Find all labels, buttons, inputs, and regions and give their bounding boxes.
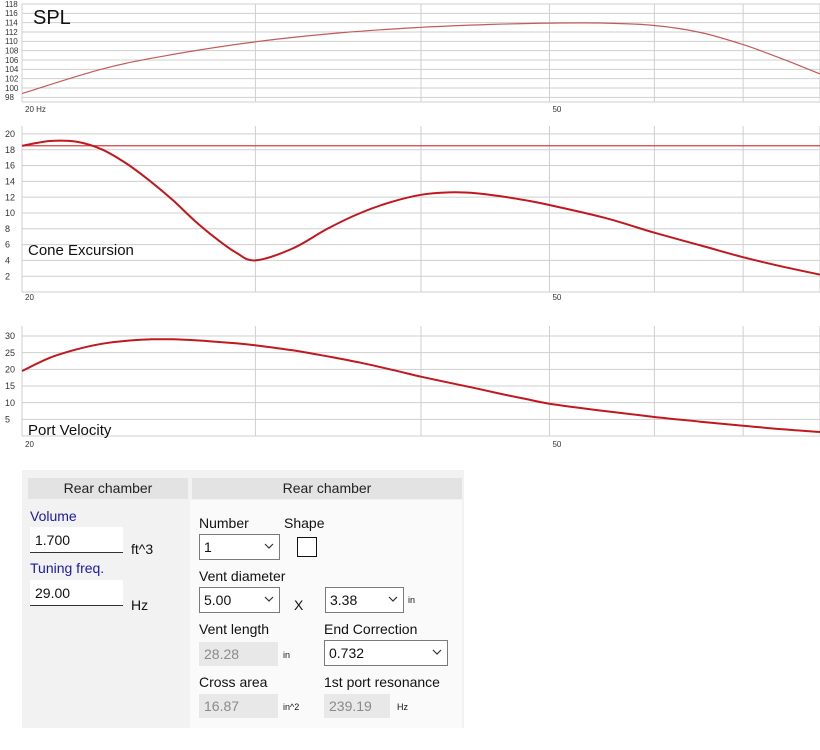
chart-title: SPL — [33, 7, 71, 29]
volume-unit: ft^3 — [131, 541, 154, 557]
x-tick-label: 20 — [25, 293, 34, 302]
x-tick-label: 20 Hz — [25, 105, 46, 114]
end-correction-label: End Correction — [324, 621, 418, 637]
spl-chart: 98 100 102 104 106 108 110 112 114 116 118 20 Hz 50 … — [0, 0, 820, 120]
y-tick-label: 112 — [5, 28, 18, 37]
shape-icon[interactable] — [297, 537, 317, 557]
shape-label: Shape — [284, 515, 325, 531]
vent-length-unit: in — [283, 650, 291, 660]
volume-input[interactable]: 1.700 — [30, 527, 123, 553]
cone-excursion-chart: 2 4 6 8 10 12 14 16 18 20 20 50 Cone Excursion — [0, 122, 820, 302]
rear-chamber-panel: Rear chamber Rear chamber Volume 1.700 f… — [22, 470, 464, 728]
vent-diameter-x-label: X — [294, 597, 304, 613]
vent-length-field: 28.28 — [199, 642, 278, 666]
tuning-freq-unit: Hz — [131, 597, 149, 613]
volume-label: Volume — [30, 508, 77, 524]
right-rear-chamber-header: Rear chamber — [192, 478, 462, 499]
y-tick-label: 30 — [5, 331, 15, 341]
y-tick-label: 110 — [5, 37, 18, 46]
tuning-freq-label: Tuning freq. — [30, 560, 105, 576]
number-value: 1 — [204, 539, 212, 555]
port-resonance-field: 239.19 — [324, 694, 390, 718]
x-tick-label: 50 — [552, 440, 561, 449]
y-tick-label: 14 — [5, 176, 15, 186]
vent-length-label: Vent length — [199, 621, 270, 637]
y-tick-label: 116 — [5, 9, 18, 18]
left-rear-chamber-header: Rear chamber — [28, 478, 188, 499]
vent-settings-area: Number Shape 1 Vent diameter 5.00 X 3.38… — [190, 500, 462, 728]
tuning-freq-input[interactable]: 29.00 — [30, 580, 123, 606]
end-correction-value: 0.732 — [329, 645, 365, 661]
y-tick-label: 8 — [5, 224, 10, 234]
y-tick-label: 118 — [5, 0, 18, 9]
y-tick-label: 10 — [5, 398, 15, 408]
spl-chart-svg: 98100102104106108110112114116118 20 Hz 50 — [5, 0, 820, 114]
y-tick-label: 20 — [5, 129, 15, 139]
chevron-down-icon — [388, 596, 398, 602]
cross-area-label: Cross area — [199, 674, 268, 690]
y-tick-label: 5 — [5, 414, 10, 424]
y-tick-label: 114 — [5, 18, 18, 27]
y-tick-label: 15 — [5, 381, 15, 391]
cross-area-field: 16.87 — [199, 694, 278, 718]
y-tick-label: 25 — [5, 348, 15, 358]
y-tick-label: 2 — [5, 271, 10, 281]
cone-excursion-chart-svg: 2 4 6 8 10 12 14 16 18 20 20 50 — [5, 126, 820, 302]
vent-diameter-2-value: 3.38 — [330, 592, 358, 608]
vent-diameter-value: 5.00 — [204, 592, 232, 608]
y-tick-label: 104 — [5, 65, 19, 74]
number-select[interactable]: 1 — [199, 534, 280, 560]
vent-diameter-unit: in — [408, 595, 416, 605]
y-tick-label: 102 — [5, 74, 19, 83]
y-tick-label: 20 — [5, 364, 15, 374]
port-velocity-chart: 5 10 15 20 25 30 20 50 Port Velocity — [0, 322, 820, 452]
vent-diameter-select[interactable]: 5.00 — [199, 587, 280, 613]
chevron-down-icon — [264, 543, 274, 549]
y-tick-label: 4 — [5, 256, 10, 266]
cross-area-unit: in^2 — [283, 702, 300, 712]
vent-diameter-2-select[interactable]: 3.38 — [325, 587, 404, 613]
y-tick-label: 98 — [5, 93, 14, 102]
x-tick-label: 20 — [25, 440, 34, 449]
y-tick-label: 12 — [5, 192, 15, 202]
y-tick-label: 100 — [5, 84, 19, 93]
chevron-down-icon — [432, 649, 442, 655]
y-tick-label: 10 — [5, 208, 15, 218]
end-correction-select[interactable]: 0.732 — [324, 640, 448, 666]
chevron-down-icon — [264, 596, 274, 602]
x-tick-label: 50 — [552, 293, 561, 302]
y-tick-label: 6 — [5, 240, 10, 250]
number-label: Number — [199, 515, 249, 531]
port-velocity-chart-svg: 5 10 15 20 25 30 20 50 — [5, 326, 820, 449]
port-resonance-unit: Hz — [397, 702, 408, 712]
chart-title: Port Velocity — [28, 422, 112, 439]
y-tick-label: 18 — [5, 145, 15, 155]
y-tick-label: 106 — [5, 56, 19, 65]
port-resonance-label: 1st port resonance — [324, 674, 440, 690]
y-tick-label: 108 — [5, 46, 19, 55]
y-tick-label: 16 — [5, 161, 15, 171]
chart-title: Cone Excursion — [28, 242, 134, 259]
x-tick-label: 50 — [552, 105, 561, 114]
vent-diameter-label: Vent diameter — [199, 568, 286, 584]
